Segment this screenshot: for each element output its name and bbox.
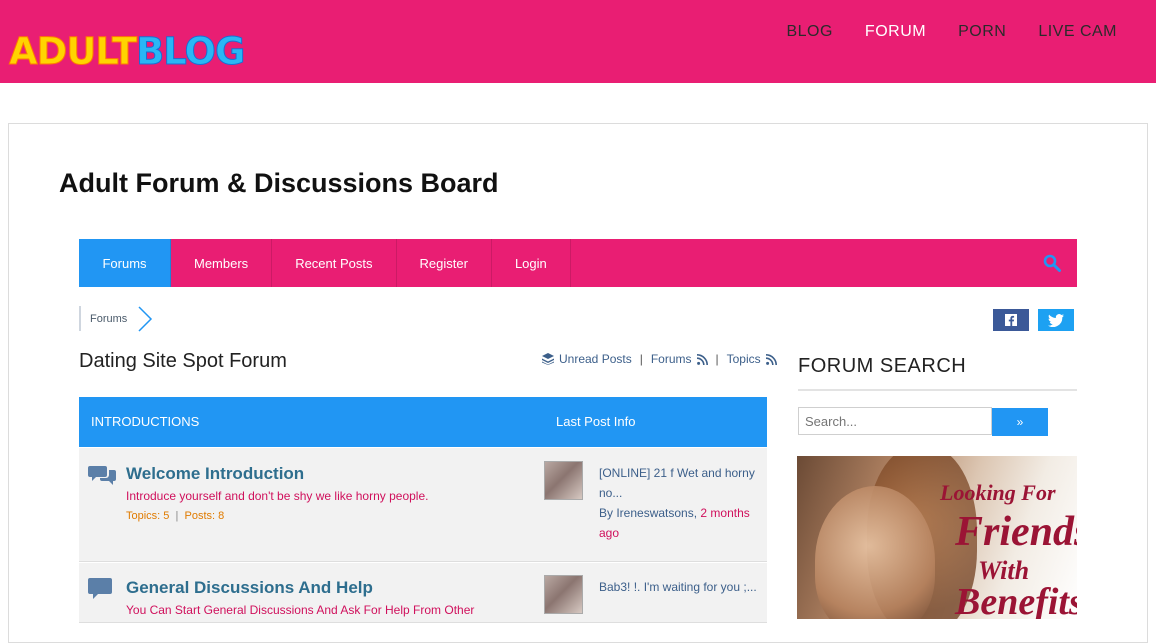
forum-nav-bar: Forums Members Recent Posts Register Log…: [79, 239, 1077, 287]
site-logo[interactable]: ADULTBLOG: [8, 30, 246, 73]
logo-part-2: BLOG: [136, 30, 246, 73]
twitter-icon: [1048, 313, 1064, 327]
ad-banner[interactable]: Looking For Friends With Benefits: [797, 456, 1077, 619]
posts-count: Posts: 8: [184, 510, 225, 522]
site-header: ADULTBLOG BLOG FORUM PORN LIVE CAM: [0, 0, 1156, 83]
breadcrumb-arrow-icon: [138, 306, 153, 332]
forums-feed-link[interactable]: Forums: [651, 352, 692, 366]
rss-icon: [765, 353, 777, 365]
forum-title[interactable]: Welcome Introduction: [126, 464, 304, 484]
forum-row: General Discussions And Help You Can Sta…: [79, 563, 767, 623]
tab-forums[interactable]: Forums: [79, 239, 171, 287]
forum-row: Welcome Introduction Introduce yourself …: [79, 448, 767, 562]
logo-part-1: ADULT: [8, 30, 137, 73]
last-post-meta: By Ireneswatsons, 2 months ago: [599, 503, 759, 543]
forum-table-header: INTRODUCTIONS Last Post Info: [79, 397, 767, 447]
nav-live-cam[interactable]: LIVE CAM: [1038, 23, 1117, 41]
search-input[interactable]: [798, 407, 992, 435]
unread-posts-link[interactable]: Unread Posts: [559, 352, 632, 366]
tab-login[interactable]: Login: [492, 239, 571, 287]
ad-text: Benefits: [955, 581, 1077, 619]
facebook-icon: [1005, 314, 1017, 326]
ad-text: Friends: [955, 509, 1077, 555]
rss-icon: [696, 353, 708, 365]
avatar[interactable]: [544, 461, 583, 500]
discussion-icon: [88, 466, 116, 485]
quick-links: Unread Posts | Forums | Topics: [542, 352, 777, 366]
forum-stats: Topics: 5 | Posts: 8: [126, 510, 224, 522]
category-title: INTRODUCTIONS: [91, 414, 200, 429]
twitter-button[interactable]: [1038, 309, 1074, 331]
last-post-info: [ONLINE] 21 f Wet and horny no... By Ire…: [599, 463, 759, 543]
separator: |: [715, 352, 719, 366]
layers-icon: [542, 353, 554, 365]
avatar[interactable]: [544, 575, 583, 614]
forum-name: Dating Site Spot Forum: [79, 350, 287, 372]
tab-recent-posts[interactable]: Recent Posts: [272, 239, 397, 287]
search-submit-button[interactable]: »: [992, 408, 1048, 436]
last-post-author[interactable]: By Ireneswatsons,: [599, 506, 697, 520]
tab-register[interactable]: Register: [397, 239, 492, 287]
separator: |: [172, 510, 182, 522]
facebook-button[interactable]: [993, 309, 1029, 331]
discussion-icon: [88, 578, 112, 599]
topics-count: Topics: 5: [126, 510, 170, 522]
search-icon[interactable]: [1043, 254, 1061, 272]
tab-members[interactable]: Members: [171, 239, 273, 287]
last-post-link[interactable]: [ONLINE] 21 f Wet and horny no...: [599, 463, 759, 503]
divider: [798, 389, 1077, 391]
breadcrumb-forums[interactable]: Forums: [90, 313, 127, 325]
last-post-link[interactable]: Bab3! !. I'm waiting for you ;...: [599, 577, 759, 597]
nav-forum[interactable]: FORUM: [865, 23, 926, 41]
ad-text: Looking For: [940, 480, 1056, 505]
last-post-info: Bab3! !. I'm waiting for you ;...: [599, 577, 759, 597]
last-post-header: Last Post Info: [556, 414, 636, 429]
main-nav: BLOG FORUM PORN LIVE CAM: [786, 23, 1117, 41]
forum-description: You Can Start General Discussions And As…: [126, 603, 475, 617]
sidebar-title: FORUM SEARCH: [798, 355, 967, 377]
forum-title[interactable]: General Discussions And Help: [126, 578, 373, 598]
breadcrumb: Forums: [79, 306, 127, 331]
nav-porn[interactable]: PORN: [958, 23, 1006, 41]
topics-feed-link[interactable]: Topics: [727, 352, 761, 366]
forum-description: Introduce yourself and don't be shy we l…: [126, 489, 429, 503]
separator: |: [639, 352, 643, 366]
nav-blog[interactable]: BLOG: [786, 23, 832, 41]
page-title: Adult Forum & Discussions Board: [59, 168, 499, 198]
